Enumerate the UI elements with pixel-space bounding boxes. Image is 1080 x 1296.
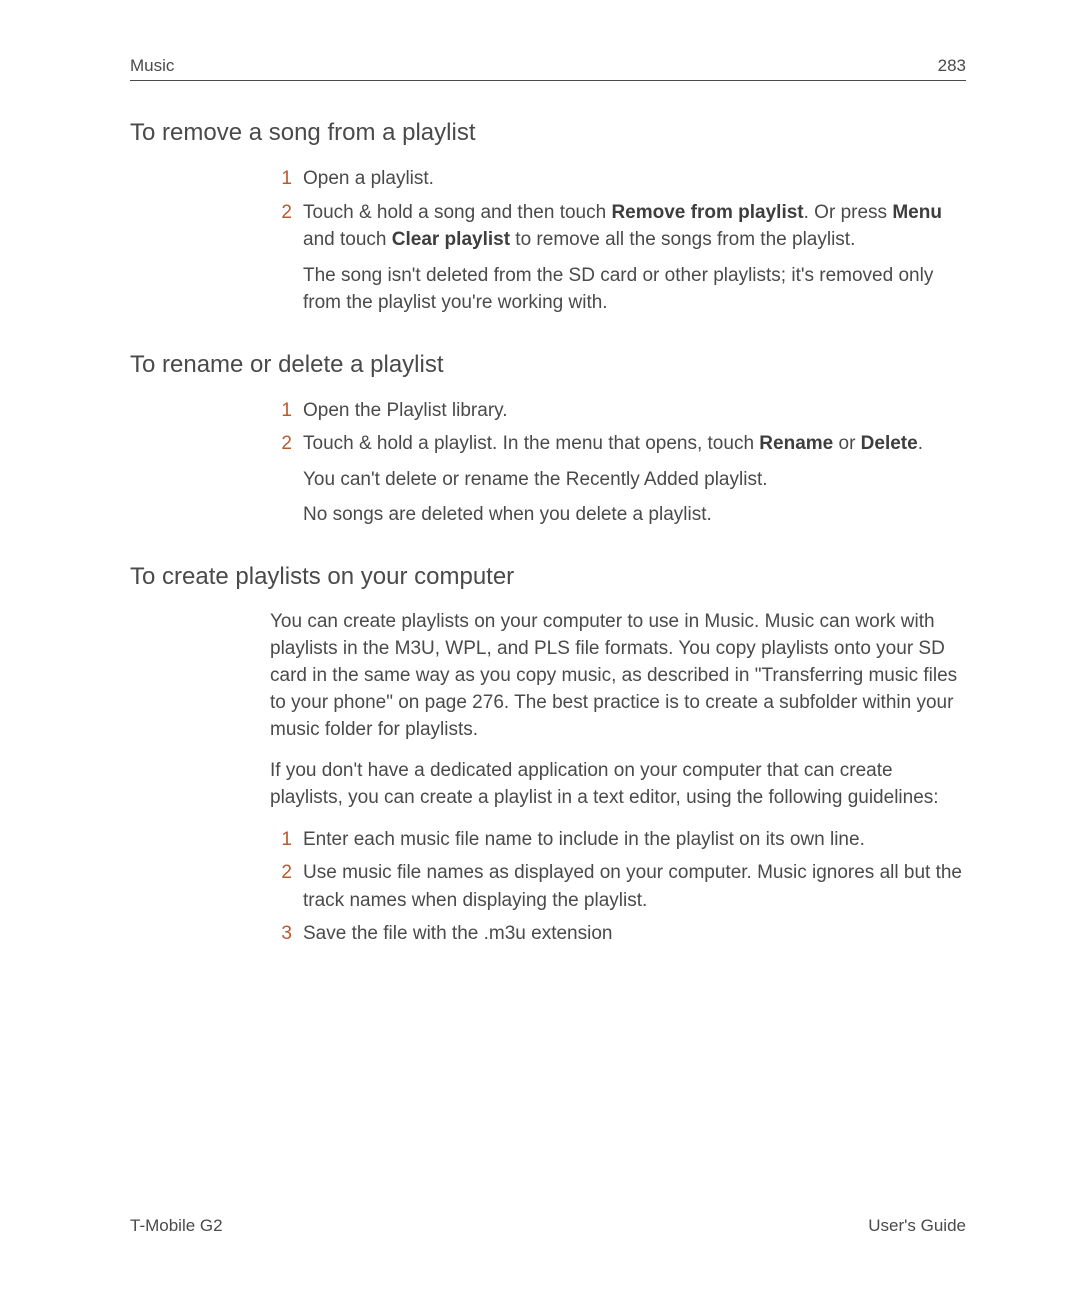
list-item: 1 Open the Playlist library. (270, 397, 966, 425)
list-text: Open a playlist. (303, 165, 966, 193)
list-number: 3 (270, 920, 292, 948)
page-number: 283 (938, 56, 966, 76)
list-item: 1 Enter each music file name to include … (270, 826, 966, 854)
note-text: The song isn't deleted from the SD card … (303, 262, 966, 317)
section-heading-remove-song: To remove a song from a playlist (130, 119, 966, 147)
footer-right: User's Guide (868, 1216, 966, 1236)
section-heading-rename-delete: To rename or delete a playlist (130, 351, 966, 379)
list-number: 1 (270, 165, 292, 193)
section-content-create-computer: You can create playlists on your compute… (270, 609, 966, 948)
section-content-remove-song: 1 Open a playlist. 2 Touch & hold a song… (270, 165, 966, 317)
list-text: Touch & hold a song and then touch Remov… (303, 199, 966, 254)
body-paragraph: If you don't have a dedicated applicatio… (270, 758, 966, 812)
list-number: 1 (270, 397, 292, 425)
list-number: 1 (270, 826, 292, 854)
list-text: Touch & hold a playlist. In the menu tha… (303, 430, 966, 458)
note-text: You can't delete or rename the Recently … (303, 466, 966, 494)
note-text: No songs are deleted when you delete a p… (303, 501, 966, 529)
section-content-rename-delete: 1 Open the Playlist library. 2 Touch & h… (270, 397, 966, 529)
list-item: 2 Use music file names as displayed on y… (270, 859, 966, 914)
body-paragraph: You can create playlists on your compute… (270, 609, 966, 744)
list-item: 2 Touch & hold a song and then touch Rem… (270, 199, 966, 254)
footer-left: T-Mobile G2 (130, 1216, 223, 1236)
section-heading-create-computer: To create playlists on your computer (130, 563, 966, 591)
list-text: Save the file with the .m3u extension (303, 920, 966, 948)
header-section-name: Music (130, 56, 174, 76)
list-item: 1 Open a playlist. (270, 165, 966, 193)
page-header: Music 283 (130, 56, 966, 81)
list-number: 2 (270, 859, 292, 914)
page-footer: T-Mobile G2 User's Guide (130, 1216, 966, 1236)
list-text: Open the Playlist library. (303, 397, 966, 425)
list-text: Enter each music file name to include in… (303, 826, 966, 854)
list-item: 3 Save the file with the .m3u extension (270, 920, 966, 948)
list-text: Use music file names as displayed on you… (303, 859, 966, 914)
list-item: 2 Touch & hold a playlist. In the menu t… (270, 430, 966, 458)
list-number: 2 (270, 430, 292, 458)
list-number: 2 (270, 199, 292, 254)
